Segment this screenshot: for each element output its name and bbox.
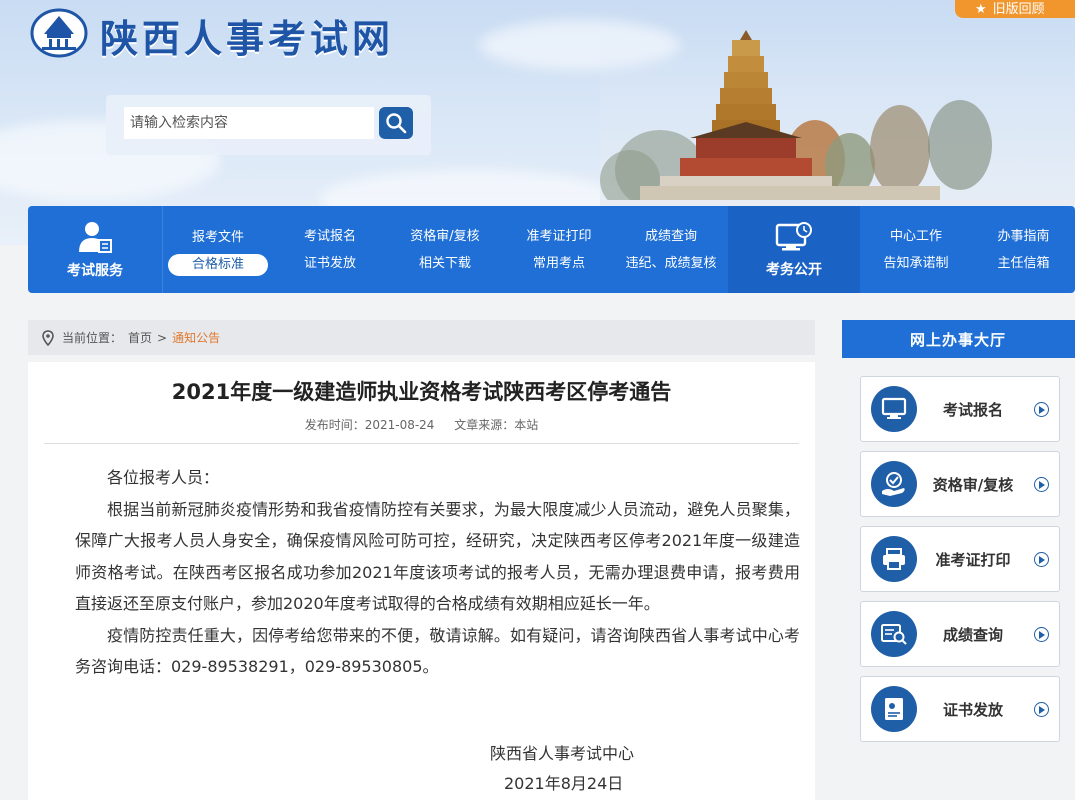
star-icon: ★ [975, 2, 987, 17]
greeting: 各位报考人员： [107, 468, 220, 487]
nav-link-chengji-chaxun[interactable]: 成绩查询 [635, 223, 707, 250]
nav-link-xiangguan-xiazai[interactable]: 相关下载 [409, 250, 481, 277]
nav-col-4: 准考证打印 常用考点 [504, 206, 614, 293]
nav-col-2: 考试报名 证书发放 [274, 206, 386, 293]
article-meta: 发布时间：2021-08-24 文章来源：本站 [28, 416, 815, 433]
nav-link-zhunkaozheng[interactable]: 准考证打印 [516, 223, 601, 250]
monitor-clock-icon [775, 221, 812, 250]
score-search-icon [871, 611, 917, 657]
search-button[interactable] [379, 107, 413, 139]
certificate-icon [871, 686, 917, 732]
hand-check-icon [871, 461, 917, 507]
sidebar-item-label: 资格审/复核 [932, 475, 1014, 494]
sidebar-item-label: 证书发放 [942, 700, 1003, 719]
paragraph: 根据当前新冠肺炎疫情形势和我省疫情防控有关要求，为最大限度减少人员流动，避免人员… [75, 499, 800, 614]
sidebar-item-certificate-issue[interactable]: 证书发放 [860, 676, 1060, 742]
breadcrumb-separator: > [157, 330, 168, 345]
sidebar-title: 网上办事大厅 [842, 320, 1075, 358]
nav-link-zhongxin-gongzuo[interactable]: 中心工作 [880, 223, 952, 250]
publish-time: 发布时间：2021-08-24 [304, 418, 435, 432]
article: 2021年度一级建造师执业资格考试陕西考区停考通告 发布时间：2021-08-2… [28, 362, 815, 800]
monitor-icon [871, 386, 917, 432]
nav-link-changyong-kaodian[interactable]: 常用考点 [523, 250, 595, 277]
main-nav: 考试服务 报考文件 合格标准 考试报名 证书发放 资格审/复核 相关下载 准考证… [28, 206, 1075, 293]
chevron-right-icon [1034, 627, 1049, 642]
nav-col-3: 资格审/复核 相关下载 [386, 206, 504, 293]
signature-date: 2021年8月24日 [504, 774, 624, 793]
article-body: 各位报考人员： 根据当前新冠肺炎疫情形势和我省疫情防控有关要求，为最大限度减少人… [75, 462, 800, 683]
sidebar-item-score-query[interactable]: 成绩查询 [860, 601, 1060, 667]
nav-link-zhuren-xinxiang[interactable]: 主任信箱 [987, 250, 1059, 277]
nav-link-zhengshu-fafang[interactable]: 证书发放 [294, 250, 366, 277]
nav-exam-service[interactable]: 考试服务 [28, 206, 162, 293]
site-title: 陕西人事考试网 [100, 17, 395, 61]
nav-col-1: 报考文件 合格标准 [162, 206, 274, 293]
nav-link-kaoshi-baoming[interactable]: 考试报名 [294, 223, 366, 250]
sidebar-item-exam-registration[interactable]: 考试报名 [860, 376, 1060, 442]
printer-icon [871, 536, 917, 582]
breadcrumb-home[interactable]: 首页 [128, 329, 152, 346]
person-exam-icon [79, 221, 112, 253]
nav-link-weiji-fuhe[interactable]: 违纪、成绩复核 [615, 250, 726, 277]
search-icon [386, 113, 407, 134]
nav-link-baokao-wenjian[interactable]: 报考文件 [182, 224, 254, 251]
location-pin-icon [42, 329, 54, 346]
chevron-right-icon [1034, 402, 1049, 417]
old-version-button[interactable]: ★ 旧版回顾 [955, 0, 1075, 18]
sidebar-item-label: 成绩查询 [942, 625, 1003, 644]
nav-link-zige-shen[interactable]: 资格审/复核 [400, 223, 489, 250]
nav-link-banshi-zhinan[interactable]: 办事指南 [987, 223, 1059, 250]
chevron-right-icon [1034, 702, 1049, 717]
nav-link-gaozhi-chengnuo[interactable]: 告知承诺制 [873, 250, 958, 277]
chevron-right-icon [1034, 552, 1049, 567]
breadcrumb: 当前位置： 首页 > 通知公告 [28, 320, 815, 355]
nav-col-5: 成绩查询 违纪、成绩复核 [614, 206, 728, 293]
nav-exam-public[interactable]: 考务公开 [728, 206, 860, 293]
nav-exam-public-label: 考务公开 [766, 261, 822, 278]
sidebar-item-admission-ticket[interactable]: 准考证打印 [860, 526, 1060, 592]
sidebar-item-label: 准考证打印 [935, 550, 1011, 569]
article-title: 2021年度一级建造师执业资格考试陕西考区停考通告 [171, 380, 672, 404]
chevron-right-icon [1034, 477, 1049, 492]
divider [44, 443, 799, 444]
paragraph: 疫情防控责任重大，因停考给您带来的不便，敬请谅解。如有疑问，请咨询陕西省人事考试… [75, 625, 800, 677]
sidebar-item-qualification-review[interactable]: 资格审/复核 [860, 451, 1060, 517]
signature-org: 陕西省人事考试中心 [490, 744, 635, 763]
nav-col-7: 办事指南 主任信箱 [972, 206, 1075, 293]
logo-emblem-icon [30, 8, 88, 58]
nav-exam-service-label: 考试服务 [67, 262, 123, 279]
nav-link-hege-biaozhun[interactable]: 合格标准 [167, 253, 268, 276]
nav-col-6: 中心工作 告知承诺制 [860, 206, 972, 293]
sidebar-item-label: 考试报名 [942, 400, 1003, 419]
breadcrumb-prefix: 当前位置： [62, 331, 123, 345]
search-input[interactable] [124, 107, 374, 139]
search-box [106, 95, 431, 155]
breadcrumb-current[interactable]: 通知公告 [172, 329, 220, 346]
article-source: 文章来源：本站 [454, 418, 539, 432]
